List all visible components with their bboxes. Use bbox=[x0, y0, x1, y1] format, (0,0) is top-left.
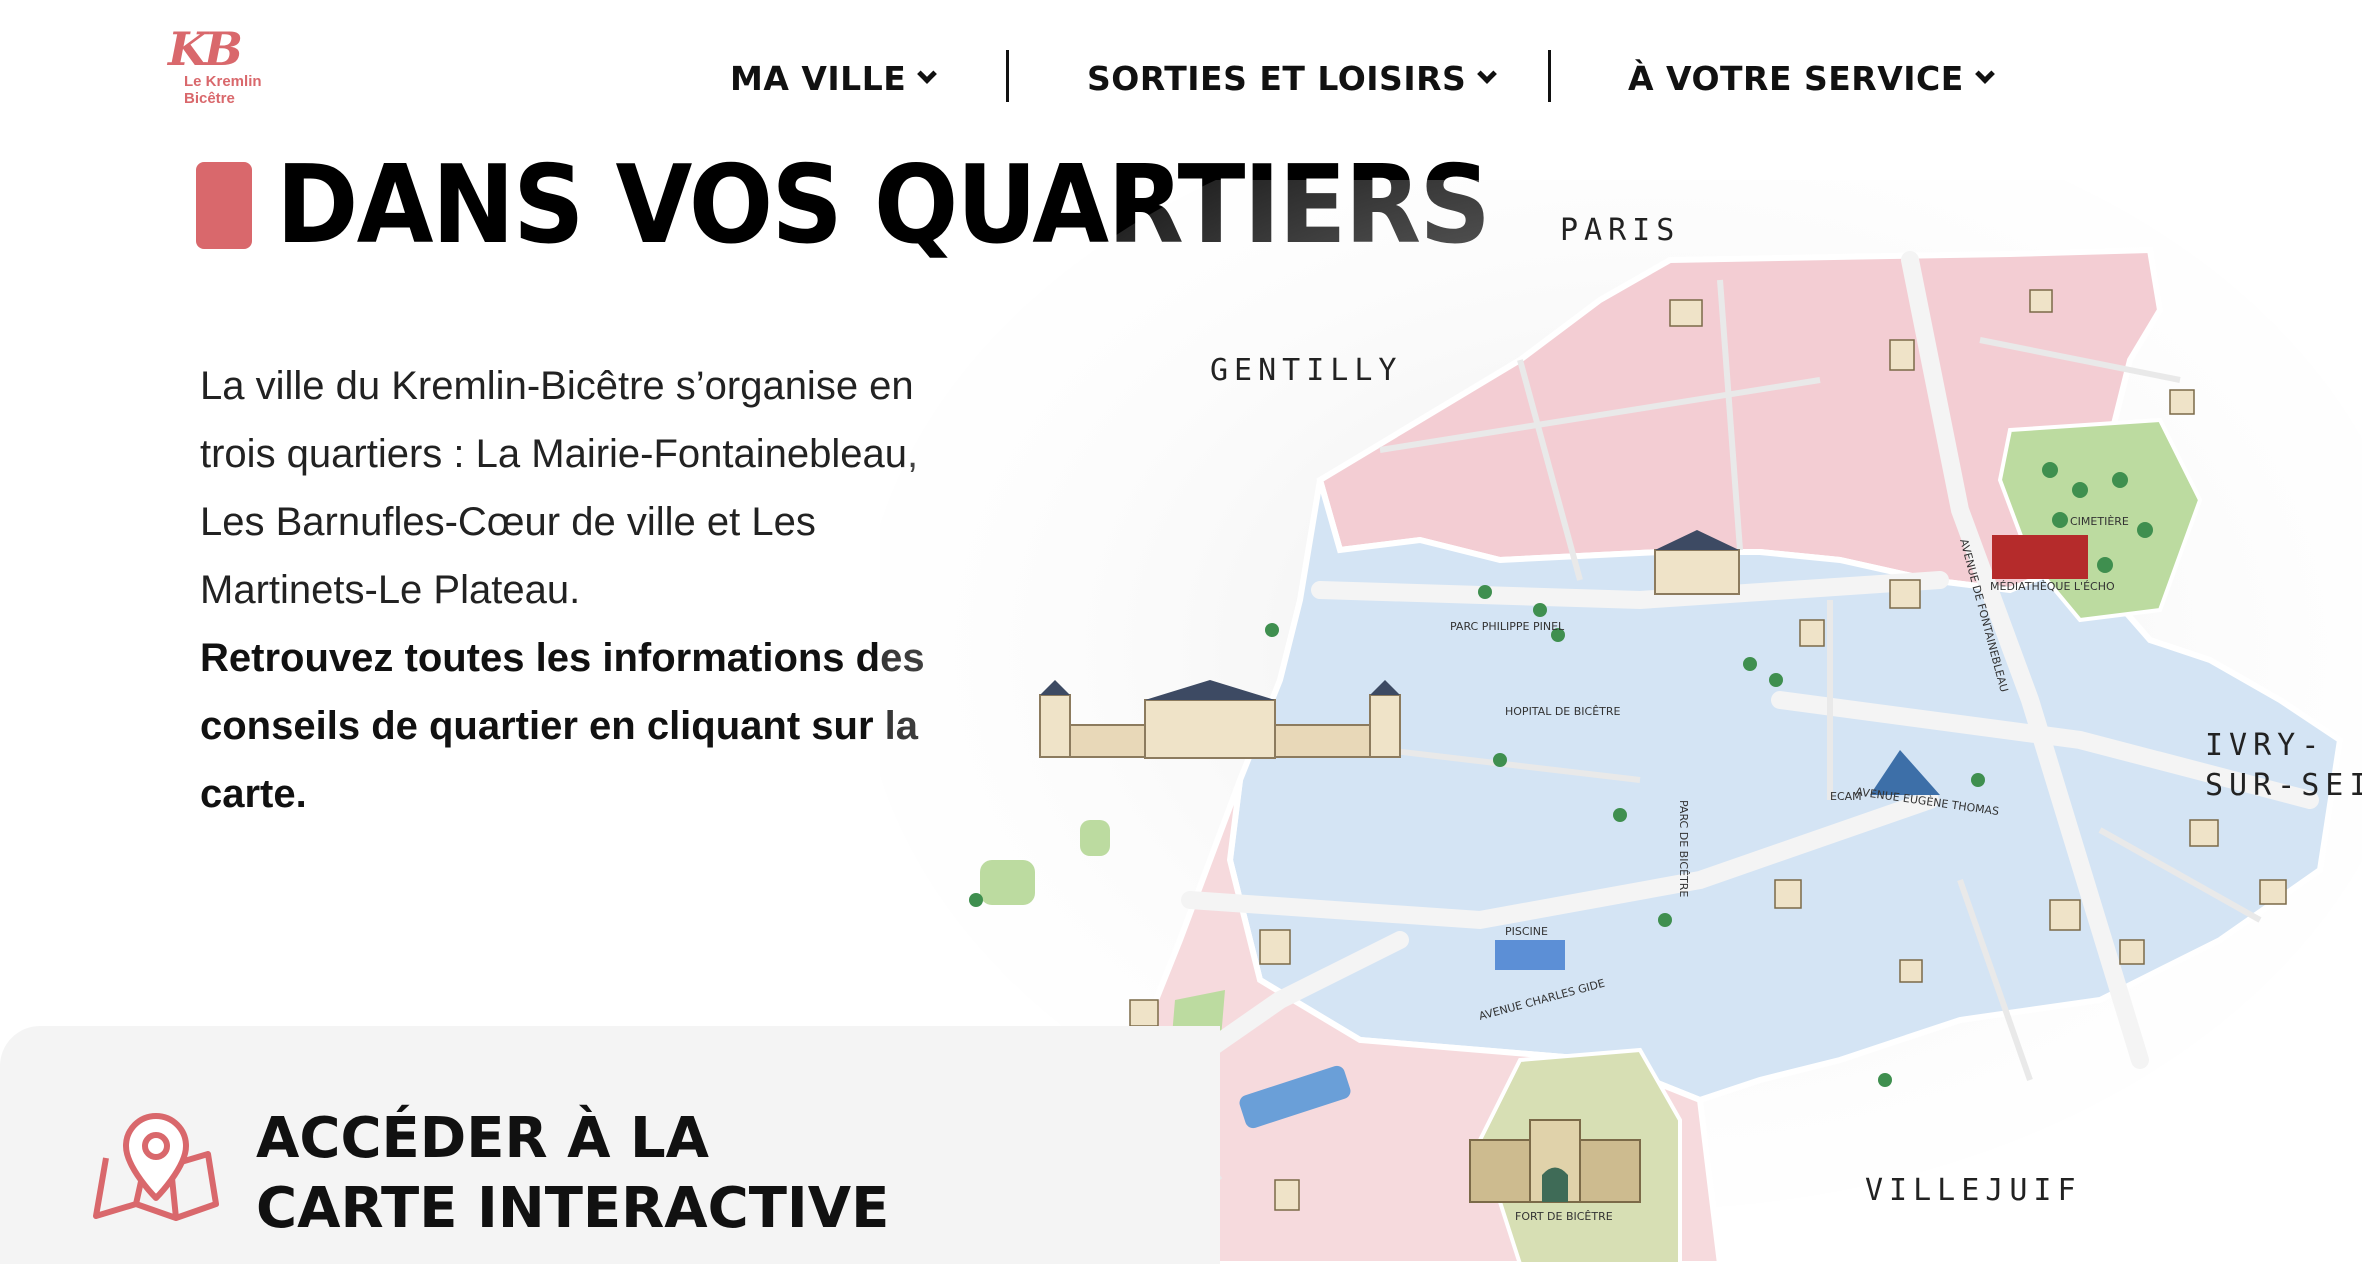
cta-line1: ACCÉDER À LA bbox=[256, 1106, 710, 1171]
map-pin-icon bbox=[93, 1113, 219, 1221]
nav-label: SORTIES ET LOISIRS bbox=[1087, 58, 1467, 98]
pool-building bbox=[1495, 940, 1565, 970]
mediatheque-building bbox=[1992, 535, 2088, 579]
nav-item-a-votre-service[interactable]: À VOTRE SERVICE bbox=[1628, 50, 1995, 106]
map-label-mediatheque: MÉDIATHÈQUE L'ÉCHO bbox=[1990, 580, 2115, 593]
map-label-piscine: PISCINE bbox=[1505, 925, 1548, 938]
map-label-gentilly: GENTILLY bbox=[1210, 353, 1403, 388]
nav-item-sorties-et-loisirs[interactable]: SORTIES ET LOISIRS bbox=[1087, 50, 1498, 106]
map-label-paris: PARIS bbox=[1560, 213, 1680, 248]
nav-item-ma-ville[interactable]: MA VILLE bbox=[730, 50, 938, 106]
cta-line2: CARTE INTERACTIVE bbox=[256, 1176, 890, 1241]
park-small bbox=[1080, 820, 1110, 856]
map-label-cimetiere: CIMETIÈRE bbox=[2070, 515, 2129, 528]
nav-divider bbox=[1548, 50, 1551, 102]
nav-label: À VOTRE SERVICE bbox=[1628, 58, 1964, 98]
main-nav: MA VILLE SORTIES ET LOISIRS À VOTRE SERV… bbox=[0, 50, 2362, 110]
nav-label: MA VILLE bbox=[730, 58, 907, 98]
map-label-ivry: IVRY- bbox=[2205, 728, 2325, 763]
map-label-ivry-2: SUR-SEINE bbox=[2205, 768, 2362, 803]
map-label-villejuif: VILLEJUIF bbox=[1865, 1173, 2082, 1208]
chevron-down-icon bbox=[1974, 64, 1995, 84]
map-label-fort: FORT DE BICÊTRE bbox=[1515, 1210, 1613, 1223]
title-accent-bar bbox=[196, 162, 252, 249]
chevron-down-icon bbox=[917, 64, 938, 84]
chevron-down-icon bbox=[1477, 64, 1498, 84]
map-label-hopital: HOPITAL DE BICÊTRE bbox=[1505, 705, 1621, 718]
nav-divider bbox=[1006, 50, 1009, 102]
park-small bbox=[980, 860, 1035, 905]
interactive-map-link[interactable]: ACCÉDER À LA CARTE INTERACTIVE bbox=[256, 1104, 889, 1244]
map-label-ecam: ECAM bbox=[1830, 790, 1862, 803]
map-label-philippe-pinel: PARC PHILIPPE PINEL bbox=[1450, 620, 1565, 633]
map-label-parc-bicetre: PARC DE BICÊTRE bbox=[1677, 800, 1690, 897]
